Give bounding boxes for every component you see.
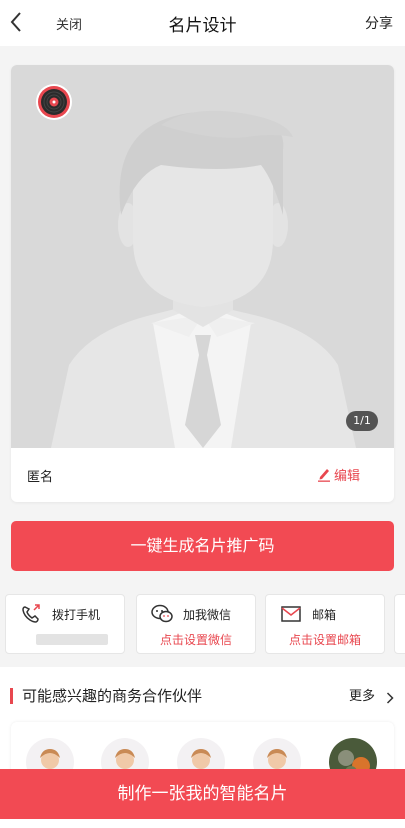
business-card: 1/1 匿名 编辑 (11, 65, 394, 502)
contact-more-card[interactable] (394, 594, 405, 654)
card-name: 匿名 (27, 470, 54, 485)
create-card-button[interactable]: 制作一张我的智能名片 (0, 769, 405, 819)
edit-button[interactable]: 编辑 (317, 464, 360, 484)
phone-number-blurred (36, 634, 108, 645)
phone-icon (20, 604, 42, 624)
contact-phone[interactable]: 拨打手机 (5, 594, 125, 654)
contact-wechat-label: 加我微信 (183, 608, 232, 622)
music-disc-icon[interactable] (35, 83, 73, 121)
edit-label: 编辑 (334, 468, 361, 484)
contact-email[interactable]: 邮箱 点击设置邮箱 (265, 594, 385, 654)
contact-email-hint: 点击设置邮箱 (288, 633, 361, 647)
nav-bar: 关闭 名片设计 分享 (0, 0, 405, 46)
generate-qr-button[interactable]: 一键生成名片推广码 (11, 521, 394, 571)
mail-icon (280, 604, 302, 624)
page-title: 名片设计 (168, 16, 237, 36)
wechat-icon (151, 604, 173, 624)
contact-wechat[interactable]: 加我微信 点击设置微信 (136, 594, 256, 654)
contact-phone-label: 拨打手机 (52, 608, 101, 622)
share-button[interactable]: 分享 (365, 13, 393, 33)
page-indicator: 1/1 (346, 411, 378, 431)
partners-title: 可能感兴趣的商务合作伙伴 (22, 687, 203, 705)
contact-email-label: 邮箱 (312, 608, 337, 622)
contact-wechat-hint: 点击设置微信 (159, 633, 232, 647)
chevron-right-icon[interactable] (386, 689, 394, 704)
more-button[interactable]: 更多 (349, 685, 375, 704)
section-accent-bar (10, 688, 13, 704)
avatar-placeholder[interactable]: 1/1 (11, 65, 394, 448)
pencil-icon (318, 469, 330, 482)
